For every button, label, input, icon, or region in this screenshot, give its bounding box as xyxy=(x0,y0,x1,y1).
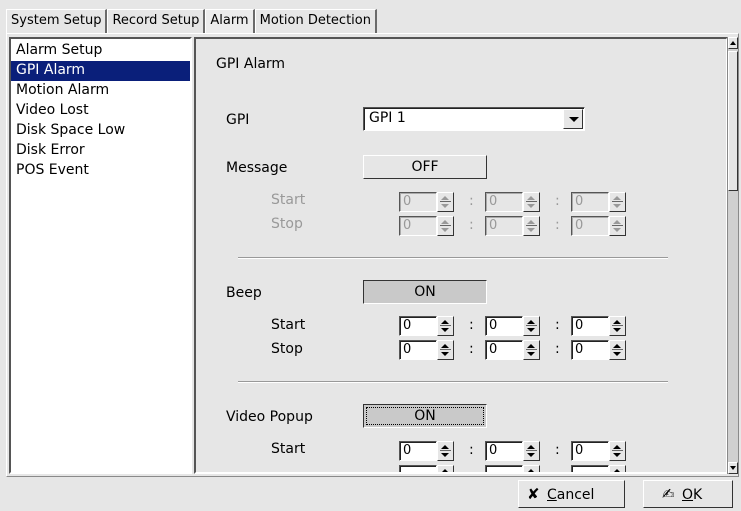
tab-record-setup[interactable]: Record Setup xyxy=(107,9,206,33)
gpi-select-value: GPI 1 xyxy=(369,110,406,126)
cross-icon: ✘ xyxy=(527,485,540,503)
message-stop-label: Stop xyxy=(271,216,303,232)
alarm-type-list[interactable]: Alarm Setup GPI Alarm Motion Alarm Video… xyxy=(9,37,192,474)
video-popup-stop-hour[interactable] xyxy=(399,465,454,472)
spin-arrows-icon[interactable] xyxy=(437,340,454,360)
beep-start-minute[interactable]: 0 xyxy=(485,316,540,336)
spin-arrows-icon[interactable] xyxy=(437,316,454,336)
list-item-alarm-setup[interactable]: Alarm Setup xyxy=(11,41,190,61)
time-separator: : xyxy=(555,193,560,209)
spin-arrows-icon[interactable] xyxy=(523,316,540,336)
time-separator: : xyxy=(555,317,560,333)
time-separator: : xyxy=(555,341,560,357)
spin-arrows-icon[interactable] xyxy=(609,340,626,360)
video-popup-stop-second[interactable] xyxy=(571,465,626,472)
spin-arrows-icon[interactable] xyxy=(523,192,540,212)
ok-button[interactable]: ✍ OK xyxy=(643,480,733,508)
time-separator: : xyxy=(555,442,560,458)
time-separator: : xyxy=(469,193,474,209)
beep-label: Beep xyxy=(226,285,262,301)
message-label: Message xyxy=(226,160,288,176)
beep-stop-hour[interactable]: 0 xyxy=(399,340,454,360)
list-item-motion-alarm[interactable]: Motion Alarm xyxy=(11,81,190,101)
pen-check-icon: ✍ xyxy=(662,485,675,503)
spin-arrows-icon[interactable] xyxy=(523,340,540,360)
beep-stop-second[interactable]: 0 xyxy=(571,340,626,360)
section-title: GPI Alarm xyxy=(216,56,286,72)
message-stop-hour[interactable]: 0 xyxy=(399,216,454,236)
list-item-pos-event[interactable]: POS Event xyxy=(11,161,190,181)
tab-motion-detection[interactable]: Motion Detection xyxy=(254,9,377,33)
scroll-down-icon[interactable] xyxy=(728,462,738,474)
message-stop-minute[interactable]: 0 xyxy=(485,216,540,236)
scroll-up-icon[interactable] xyxy=(728,37,738,49)
time-separator: : xyxy=(469,341,474,357)
message-start-hour[interactable]: 0 xyxy=(399,192,454,212)
spin-arrows-icon[interactable] xyxy=(437,216,454,236)
beep-stop-minute[interactable]: 0 xyxy=(485,340,540,360)
spin-arrows-icon[interactable] xyxy=(609,316,626,336)
video-popup-label: Video Popup xyxy=(226,409,313,425)
chevron-down-icon[interactable] xyxy=(563,109,583,129)
time-separator: : xyxy=(555,217,560,233)
spin-arrows-icon[interactable] xyxy=(437,465,454,472)
video-popup-start-label: Start xyxy=(271,441,306,457)
spin-arrows-icon[interactable] xyxy=(523,216,540,236)
time-separator: : xyxy=(469,217,474,233)
message-toggle[interactable]: OFF xyxy=(363,155,487,179)
list-item-gpi-alarm[interactable]: GPI Alarm xyxy=(11,61,190,81)
cancel-button[interactable]: ✘ Cancel xyxy=(518,480,625,508)
spin-arrows-icon[interactable] xyxy=(523,465,540,472)
divider xyxy=(238,257,668,259)
divider xyxy=(238,381,668,383)
spin-arrows-icon[interactable] xyxy=(609,192,626,212)
spin-arrows-icon[interactable] xyxy=(609,465,626,472)
spin-arrows-icon[interactable] xyxy=(523,441,540,461)
message-start-second[interactable]: 0 xyxy=(571,192,626,212)
vertical-scrollbar[interactable] xyxy=(727,37,738,474)
message-start-label: Start xyxy=(271,192,306,208)
spin-arrows-icon[interactable] xyxy=(437,441,454,461)
message-start-minute[interactable]: 0 xyxy=(485,192,540,212)
tab-alarm[interactable]: Alarm xyxy=(205,9,255,33)
spin-arrows-icon[interactable] xyxy=(437,192,454,212)
list-item-video-lost[interactable]: Video Lost xyxy=(11,101,190,121)
list-item-disk-space-low[interactable]: Disk Space Low xyxy=(11,121,190,141)
tab-system-setup[interactable]: System Setup xyxy=(6,9,108,33)
gpi-label: GPI xyxy=(226,112,250,128)
beep-toggle[interactable]: ON xyxy=(363,280,487,304)
video-popup-toggle[interactable]: ON xyxy=(363,404,487,428)
video-popup-stop-minute[interactable] xyxy=(485,465,540,472)
tab-bar: System Setup Record Setup Alarm Motion D… xyxy=(6,9,377,33)
scrollbar-thumb[interactable] xyxy=(728,51,738,191)
beep-start-hour[interactable]: 0 xyxy=(399,316,454,336)
list-item-disk-error[interactable]: Disk Error xyxy=(11,141,190,161)
spin-arrows-icon[interactable] xyxy=(609,216,626,236)
beep-start-second[interactable]: 0 xyxy=(571,316,626,336)
spin-arrows-icon[interactable] xyxy=(609,441,626,461)
time-separator: : xyxy=(469,442,474,458)
video-popup-start-second[interactable]: 0 xyxy=(571,441,626,461)
gpi-select[interactable]: GPI 1 xyxy=(363,107,585,131)
beep-stop-label: Stop xyxy=(271,341,303,357)
time-separator: : xyxy=(469,317,474,333)
beep-start-label: Start xyxy=(271,317,306,333)
video-popup-start-minute[interactable]: 0 xyxy=(485,441,540,461)
gpi-alarm-panel: GPI Alarm GPI GPI 1 Message OFF Start 0 … xyxy=(194,37,728,474)
video-popup-start-hour[interactable]: 0 xyxy=(399,441,454,461)
message-stop-second[interactable]: 0 xyxy=(571,216,626,236)
